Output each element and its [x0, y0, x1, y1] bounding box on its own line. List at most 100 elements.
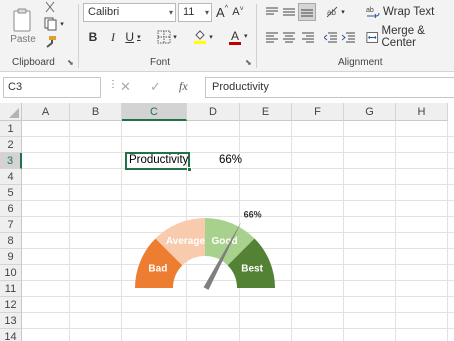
column-gridline	[69, 121, 70, 341]
chevron-down-icon: ▾	[173, 34, 177, 41]
row-header-2[interactable]: 2	[0, 137, 22, 153]
middle-align-icon	[283, 8, 295, 16]
formula-input[interactable]: Productivity	[205, 77, 454, 98]
gauge-segments	[135, 218, 275, 288]
dialog-launcher-icon[interactable]: ⬊	[245, 58, 252, 67]
row-header-3[interactable]: 3	[0, 153, 22, 169]
borders-button[interactable]: ▾	[154, 28, 180, 46]
align-center-icon	[283, 32, 295, 42]
caret-down-icon: ˅	[239, 5, 244, 13]
column-header-c[interactable]: C	[122, 103, 187, 121]
ribbon: Paste ▾ Clipboard ⬊ Calibri ▾ 11 ▾ A ^ A ˅…	[0, 0, 454, 72]
increase-indent-button[interactable]	[340, 29, 356, 45]
italic-button[interactable]: I	[106, 28, 120, 46]
paste-button[interactable]: Paste	[8, 2, 38, 50]
insert-function-icon[interactable]: fx	[179, 79, 188, 94]
font-name-select[interactable]: Calibri ▾	[83, 3, 176, 22]
row-header-4[interactable]: 4	[0, 169, 22, 185]
row-header-14[interactable]: 14	[0, 329, 22, 341]
row-header-6[interactable]: 6	[0, 201, 22, 217]
increase-font-size-button[interactable]: A ^	[215, 3, 229, 21]
caret-up-icon: ^	[224, 4, 228, 12]
row-header-1[interactable]: 1	[0, 121, 22, 137]
clipboard-icon	[13, 8, 31, 31]
gauge-chart[interactable]: BadAverage GoodBest 66%	[120, 203, 290, 293]
column-header-b[interactable]: B	[70, 103, 122, 121]
paint-bucket-icon	[194, 30, 207, 44]
column-gridline	[395, 121, 396, 341]
column-header-e[interactable]: E	[240, 103, 292, 121]
middle-align-button[interactable]	[281, 4, 297, 20]
font-size-select[interactable]: 11 ▾	[178, 3, 212, 22]
top-align-button[interactable]	[264, 4, 280, 20]
column-gridline	[343, 121, 344, 341]
font-name-value: Calibri	[88, 6, 120, 18]
row-gridline	[22, 312, 454, 313]
column-header-g[interactable]: G	[344, 103, 396, 121]
bottom-align-icon	[301, 9, 313, 17]
wrap-text-button[interactable]: ab Wrap Text	[366, 3, 454, 21]
row-gridline	[22, 184, 454, 185]
select-all-corner[interactable]	[0, 103, 22, 121]
font-group-label: Font	[150, 57, 171, 68]
gauge-label-bad: Bad	[148, 263, 167, 274]
align-center-button[interactable]	[281, 29, 297, 45]
row-gridline	[22, 328, 454, 329]
font-size-value: 11	[183, 6, 195, 18]
increase-indent-icon	[341, 32, 355, 42]
cancel-icon[interactable]: ✕	[120, 79, 131, 95]
cell-d3-value: 66%	[219, 154, 243, 166]
orientation-icon: ab	[326, 6, 338, 18]
chevron-down-icon: ▾	[341, 9, 345, 16]
chevron-down-icon: ▾	[137, 34, 141, 41]
row-header-10[interactable]: 10	[0, 265, 22, 281]
top-align-icon	[266, 7, 278, 15]
bold-button[interactable]: B	[86, 28, 100, 46]
svg-text:ab: ab	[327, 8, 336, 17]
name-box-value: C3	[8, 81, 23, 93]
select-all-triangle-icon	[9, 108, 19, 118]
row-header-9[interactable]: 9	[0, 249, 22, 265]
chevron-down-icon[interactable]: ▾	[244, 32, 248, 40]
fill-color-button[interactable]: ▾	[190, 27, 216, 47]
column-header-f[interactable]: F	[292, 103, 344, 121]
decrease-font-size-button[interactable]: A ˅	[231, 3, 245, 21]
copy-button[interactable]: ▾	[40, 16, 68, 32]
row-header-11[interactable]: 11	[0, 281, 22, 297]
gauge-label-average: Average	[166, 236, 206, 247]
chevron-down-icon: ▾	[204, 8, 209, 17]
row-gridline	[22, 200, 454, 201]
align-right-icon	[302, 32, 314, 42]
enter-icon[interactable]: ✓	[150, 79, 161, 95]
underline-button[interactable]: U ▾	[122, 28, 144, 46]
row-gridline	[22, 152, 454, 153]
more-options-icon[interactable]: ⋮	[108, 79, 118, 90]
clipboard-group-label: Clipboard	[12, 57, 55, 68]
name-box[interactable]: C3	[3, 77, 101, 98]
cut-button[interactable]	[42, 0, 58, 14]
row-header-13[interactable]: 13	[0, 313, 22, 329]
wrap-text-label: Wrap Text	[383, 6, 435, 18]
cell-c3-fill-handle[interactable]	[187, 167, 192, 172]
bottom-align-button[interactable]	[298, 3, 316, 21]
column-header-h[interactable]: H	[396, 103, 448, 121]
dialog-launcher-icon[interactable]: ⬊	[67, 58, 74, 67]
formula-bar: C3 ⋮ ✕ ✓ fx Productivity	[0, 77, 454, 99]
decrease-indent-icon	[323, 32, 337, 42]
shrink-font-letter: A	[232, 6, 240, 18]
decrease-indent-button[interactable]	[322, 29, 338, 45]
align-left-button[interactable]	[264, 29, 280, 45]
row-gridline	[22, 296, 454, 297]
format-painter-button[interactable]	[42, 34, 58, 50]
column-header-d[interactable]: D	[187, 103, 240, 121]
align-right-button[interactable]	[300, 29, 316, 45]
column-header-a[interactable]: A	[22, 103, 70, 121]
row-gridline	[22, 136, 454, 137]
row-header-12[interactable]: 12	[0, 297, 22, 313]
merge-center-button[interactable]: Merge & Center	[366, 25, 454, 49]
orientation-button[interactable]: ab ▾	[322, 3, 348, 21]
row-header-7[interactable]: 7	[0, 217, 22, 233]
scissors-icon	[45, 1, 55, 13]
row-header-8[interactable]: 8	[0, 233, 22, 249]
row-header-5[interactable]: 5	[0, 185, 22, 201]
